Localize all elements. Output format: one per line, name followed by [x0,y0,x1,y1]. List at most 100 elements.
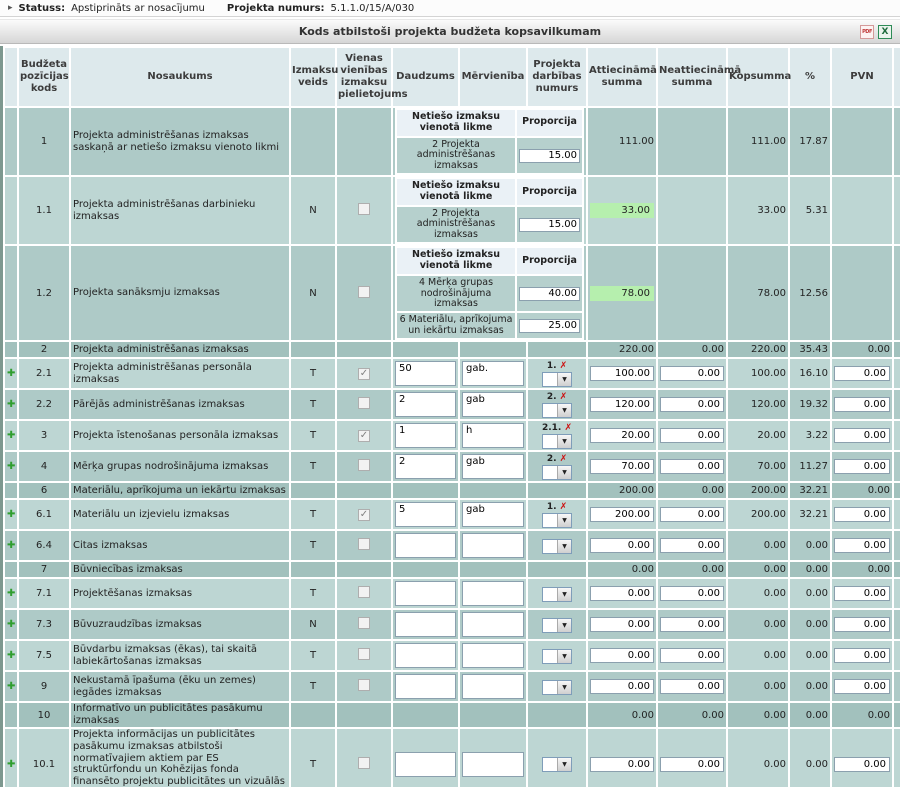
vat-input[interactable] [834,679,890,694]
add-row-icon[interactable]: ✚ [7,461,15,472]
quantity-input[interactable] [395,643,456,668]
unit-input[interactable] [462,752,524,777]
unit-input[interactable] [462,612,524,637]
non-attributable-sum-input[interactable] [660,586,724,601]
attributable-sum-input[interactable] [590,617,654,632]
expand-arrow-icon[interactable]: ▸ [8,3,13,13]
action-number-select[interactable]: ▼ [542,587,572,602]
add-row-icon[interactable]: ✚ [7,650,15,661]
unit-cost-checkbox[interactable] [358,648,370,660]
unit-cost-checkbox[interactable]: ✓ [358,430,370,442]
vat-input[interactable] [834,428,890,443]
vat-input[interactable] [834,538,890,553]
vat-input[interactable] [834,586,890,601]
action-number-select[interactable]: ▼ [542,649,572,664]
add-row-icon[interactable]: ✚ [7,759,15,770]
unit-input[interactable] [462,361,524,386]
vat-input[interactable] [834,648,890,663]
quantity-input[interactable] [395,454,456,479]
non-attributable-sum-input[interactable] [660,538,724,553]
add-row-icon[interactable]: ✚ [7,509,15,520]
attributable-sum-input[interactable] [590,586,654,601]
unit-input[interactable] [462,581,524,606]
quantity-input[interactable] [395,533,456,558]
unit-cost-checkbox[interactable] [358,757,370,769]
add-row-icon[interactable]: ✚ [7,588,15,599]
attributable-sum-input[interactable] [590,428,654,443]
quantity-input[interactable] [395,752,456,777]
unit-input[interactable] [462,392,524,417]
non-attributable-sum-input[interactable] [660,648,724,663]
unit-cost-checkbox[interactable] [358,679,370,691]
vat-input[interactable] [834,757,890,772]
unit-cost-checkbox[interactable]: ✓ [358,509,370,521]
unit-input[interactable] [462,454,524,479]
quantity-input[interactable] [395,612,456,637]
non-attributable-sum-input[interactable] [660,507,724,522]
action-number-select[interactable]: ▼ [542,465,572,480]
action-number-select[interactable]: ▼ [542,757,572,772]
attributable-sum-input[interactable] [590,648,654,663]
quantity-input[interactable] [395,581,456,606]
quantity-input[interactable] [395,361,456,386]
non-attributable-sum-input[interactable] [660,428,724,443]
vat-input[interactable] [834,366,890,381]
remove-action-icon[interactable]: ✗ [560,361,568,371]
proportion-input[interactable] [519,319,580,333]
attributable-sum-input[interactable] [590,366,654,381]
proportion-input[interactable] [519,149,580,163]
attributable-sum-input[interactable] [590,459,654,474]
unit-input[interactable] [462,502,524,527]
vat-input[interactable] [834,617,890,632]
unit-cost-checkbox[interactable] [358,617,370,629]
quantity-input[interactable] [395,674,456,699]
attributable-sum-input[interactable] [590,507,654,522]
add-row-icon[interactable]: ✚ [7,619,15,630]
attributable-sum-input[interactable] [590,757,654,772]
non-attributable-sum-input[interactable] [660,397,724,412]
action-number-select[interactable]: ▼ [542,403,572,418]
vat-input[interactable] [834,459,890,474]
attributable-sum-input[interactable] [590,679,654,694]
unit-input[interactable] [462,533,524,558]
proportion-input[interactable] [519,218,580,232]
non-attributable-sum-input[interactable] [660,757,724,772]
unit-input[interactable] [462,674,524,699]
add-row-icon[interactable]: ✚ [7,540,15,551]
unit-cost-checkbox[interactable]: ✓ [358,368,370,380]
excel-export-icon[interactable]: X [878,25,892,39]
vat-input[interactable] [834,507,890,522]
non-attributable-sum-input[interactable] [660,679,724,694]
non-attributable-sum-input[interactable] [660,459,724,474]
pdf-export-icon[interactable]: PDF [860,25,874,39]
add-row-icon[interactable]: ✚ [7,368,15,379]
remove-action-icon[interactable]: ✗ [560,454,568,464]
action-number-select[interactable]: ▼ [542,618,572,633]
unit-cost-checkbox[interactable] [358,286,370,298]
unit-cost-checkbox[interactable] [358,397,370,409]
unit-cost-checkbox[interactable] [358,459,370,471]
add-row-icon[interactable]: ✚ [7,399,15,410]
add-row-icon[interactable]: ✚ [7,430,15,441]
non-attributable-sum-input[interactable] [660,617,724,632]
proportion-input[interactable] [519,287,580,301]
unit-input[interactable] [462,423,524,448]
unit-input[interactable] [462,643,524,668]
unit-cost-checkbox[interactable] [358,203,370,215]
unit-cost-checkbox[interactable] [358,586,370,598]
action-number-select[interactable]: ▼ [542,539,572,554]
attributable-sum-input[interactable] [590,397,654,412]
remove-action-icon[interactable]: ✗ [564,423,572,433]
action-number-select[interactable]: ▼ [542,680,572,695]
action-number-select[interactable]: ▼ [542,434,572,449]
action-number-select[interactable]: ▼ [542,513,572,528]
attributable-sum-input[interactable] [590,538,654,553]
quantity-input[interactable] [395,502,456,527]
add-row-icon[interactable]: ✚ [7,681,15,692]
unit-cost-checkbox[interactable] [358,538,370,550]
action-number-select[interactable]: ▼ [542,372,572,387]
remove-action-icon[interactable]: ✗ [560,392,568,402]
non-attributable-sum-input[interactable] [660,366,724,381]
quantity-input[interactable] [395,423,456,448]
vat-input[interactable] [834,397,890,412]
